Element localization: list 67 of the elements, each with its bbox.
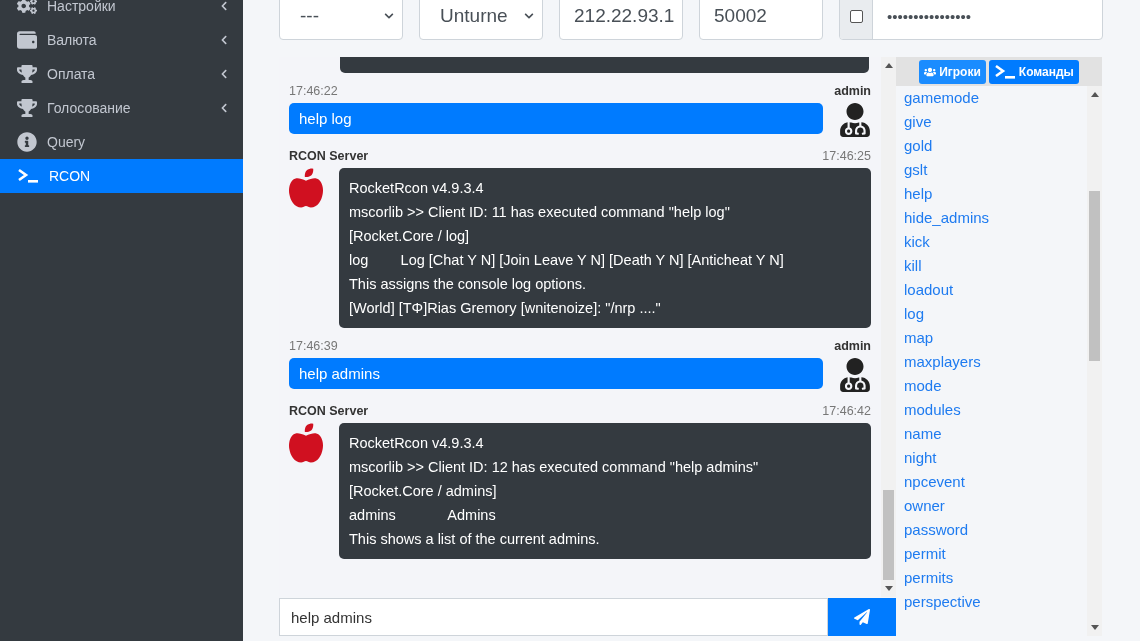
gears-icon [17,0,37,16]
users-icon [924,65,937,78]
trophy-icon [17,64,37,84]
sidebar-item[interactable]: RCON [0,159,243,193]
caret-icon [524,11,534,21]
profile-select[interactable]: --- [279,0,403,40]
command-link[interactable]: mode [904,374,1079,398]
user-avatar-icon [839,358,871,392]
password-field[interactable]: •••••••••••••••• [839,0,1103,40]
command-link[interactable]: npcevent [904,470,1079,494]
info-icon [17,132,37,152]
author-name: admin [834,339,871,353]
message-bubble: help log [289,103,823,134]
message-bubble: RocketRcon v4.9.3.4 mscorlib >> Client ID: 12 has executed command "help admins" [Rocket.Core / admins] admins Admins This shows a list of the current admins. [339,423,871,559]
message-time: 17:46:22 [289,84,338,98]
send-icon [854,609,870,625]
command-link[interactable]: log [904,302,1079,326]
command-link[interactable]: name [904,422,1079,446]
command-link[interactable]: give [904,110,1079,134]
command-link[interactable]: permit [904,542,1079,566]
command-link[interactable]: maxplayers [904,350,1079,374]
scrollbar[interactable] [1087,86,1102,636]
apple-icon [289,423,323,463]
message-bubble: help admins [289,358,823,389]
command-link[interactable]: help [904,182,1079,206]
terminal-icon [993,63,1016,80]
command-link[interactable]: perspective [904,590,1079,614]
command-link[interactable]: gamemode [904,86,1079,110]
author-name: admin [834,84,871,98]
port-field[interactable]: 50002 [699,0,823,40]
author-name: RCON Server [289,404,369,418]
sidebar-item[interactable]: Query [0,125,243,159]
command-link[interactable]: kill [904,254,1079,278]
checkbox[interactable] [849,9,863,23]
sidebar-item[interactable]: Валюта [0,23,243,57]
apple-icon [289,168,323,208]
tab[interactable]: Команды [988,59,1079,84]
send-button[interactable] [828,598,896,636]
command-link[interactable]: map [904,326,1079,350]
command-link[interactable]: loadout [904,278,1079,302]
message-time: 17:46:42 [822,404,871,418]
command-input[interactable]: help admins [279,598,828,636]
command-link[interactable]: hide_admins [904,206,1079,230]
sidebar-item[interactable]: Настройки [0,0,243,23]
command-link[interactable]: night [904,446,1079,470]
command-link[interactable]: permits [904,566,1079,590]
caret-icon [384,11,394,21]
tab[interactable]: Игроки [919,59,986,84]
wallet-icon [17,30,37,50]
trophy-icon [17,98,37,118]
command-link[interactable]: owner [904,494,1079,518]
message-bubble: RocketRcon v4.9.3.4 mscorlib >> Client ID: 11 has executed command "help log" [Rocket.Core / log] log Log [Chat Y N] [Join Leave Y N] [Death Y N] [Anticheat Y N] This assigns the console log options. [World] [TΦ]Rias Gremory [wnitenoize]: "/nrp ...." [339,168,871,328]
command-link[interactable]: password [904,518,1079,542]
author-name: RCON Server [289,149,369,163]
command-link[interactable]: modules [904,398,1079,422]
scrollbar[interactable] [881,57,896,597]
message-time: 17:46:25 [822,149,871,163]
sidebar-item[interactable]: Голосование [0,91,243,125]
command-link[interactable]: kick [904,230,1079,254]
host-field[interactable]: 212.22.93.1 [559,0,683,40]
message-time: 17:46:39 [289,339,338,353]
command-link[interactable]: gold [904,134,1079,158]
terminal-icon [17,168,39,184]
user-avatar-icon [839,103,871,137]
command-link[interactable]: gslt [904,158,1079,182]
game-select[interactable]: Unturne [419,0,543,40]
sidebar-item[interactable]: Оплата [0,57,243,91]
